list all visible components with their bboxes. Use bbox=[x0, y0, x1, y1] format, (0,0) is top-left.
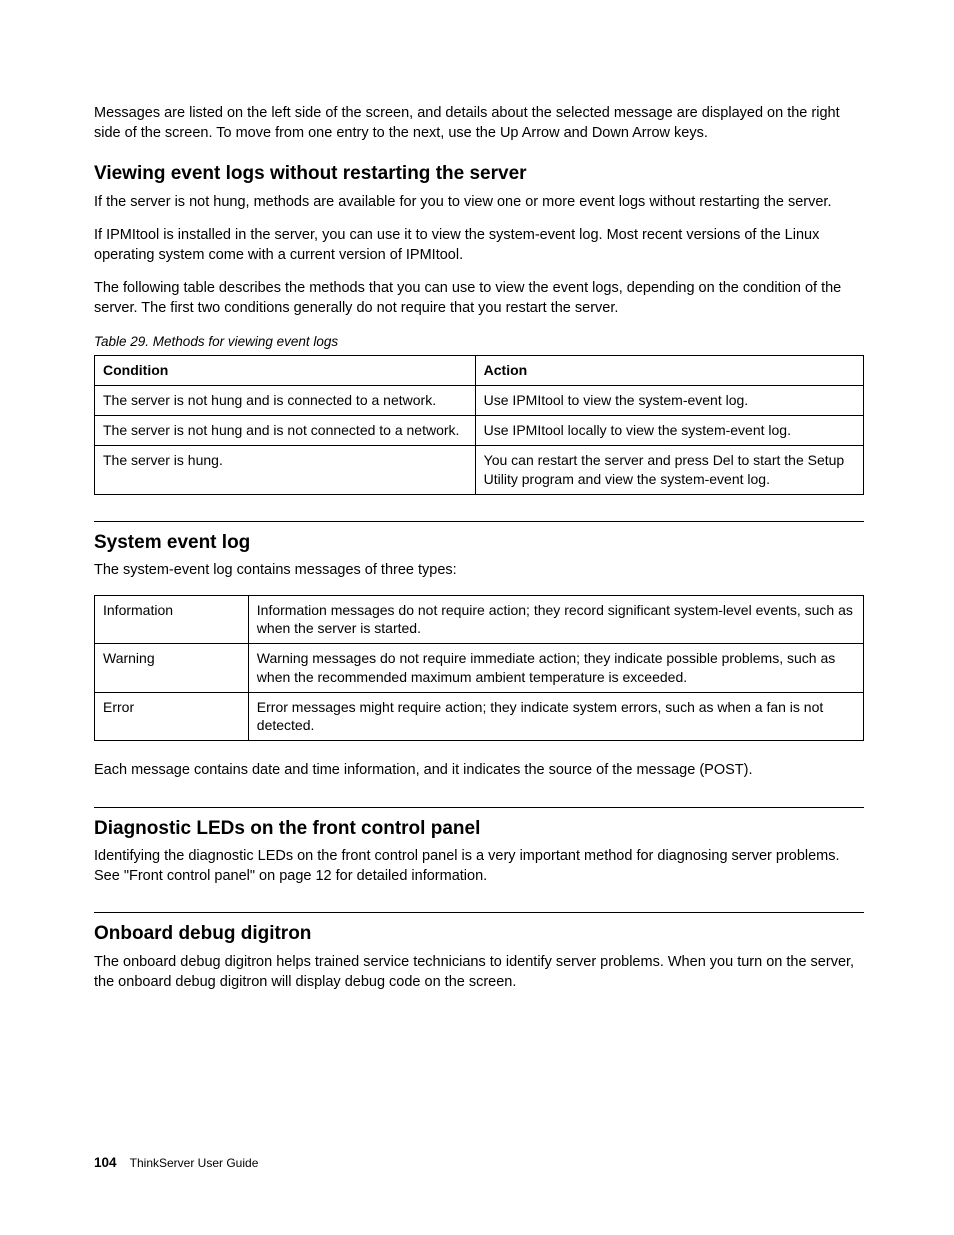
table-cell: Information messages do not require acti… bbox=[248, 595, 863, 643]
heading-system-event-log: System event log bbox=[94, 521, 864, 556]
table-row: The server is hung. You can restart the … bbox=[95, 446, 864, 494]
table-caption: Table 29. Methods for viewing event logs bbox=[94, 333, 864, 351]
table-row: Error Error messages might require actio… bbox=[95, 692, 864, 740]
table-row: The server is not hung and is connected … bbox=[95, 385, 864, 415]
intro-paragraph: Messages are listed on the left side of … bbox=[94, 104, 864, 143]
body-paragraph: Each message contains date and time info… bbox=[94, 761, 864, 781]
heading-onboard-debug-digitron: Onboard debug digitron bbox=[94, 912, 864, 947]
table-cell: Error bbox=[95, 692, 249, 740]
table-cell: Warning messages do not require immediat… bbox=[248, 644, 863, 692]
heading-viewing-event-logs: Viewing event logs without restarting th… bbox=[94, 161, 864, 187]
methods-table: Condition Action The server is not hung … bbox=[94, 355, 864, 495]
body-paragraph: If the server is not hung, methods are a… bbox=[94, 193, 864, 213]
message-types-table: Information Information messages do not … bbox=[94, 595, 864, 741]
table-cell: Error messages might require action; the… bbox=[248, 692, 863, 740]
table-cell: Information bbox=[95, 595, 249, 643]
page-number: 104 bbox=[94, 1155, 117, 1170]
document-page: Messages are listed on the left side of … bbox=[0, 0, 954, 1066]
footer-doc-title: ThinkServer User Guide bbox=[130, 1156, 259, 1170]
body-paragraph: Identifying the diagnostic LEDs on the f… bbox=[94, 847, 864, 886]
table-cell: The server is hung. bbox=[95, 446, 476, 494]
table-row: Information Information messages do not … bbox=[95, 595, 864, 643]
table-cell: Use IPMItool to view the system-event lo… bbox=[475, 385, 863, 415]
table-cell: Use IPMItool locally to view the system-… bbox=[475, 416, 863, 446]
table-header-row: Condition Action bbox=[95, 355, 864, 385]
table-row: Warning Warning messages do not require … bbox=[95, 644, 864, 692]
table-cell: You can restart the server and press Del… bbox=[475, 446, 863, 494]
table-cell: The server is not hung and is not connec… bbox=[95, 416, 476, 446]
body-paragraph: The following table describes the method… bbox=[94, 279, 864, 318]
table-cell: Warning bbox=[95, 644, 249, 692]
table-row: The server is not hung and is not connec… bbox=[95, 416, 864, 446]
body-paragraph: The system-event log contains messages o… bbox=[94, 561, 864, 581]
heading-diagnostic-leds: Diagnostic LEDs on the front control pan… bbox=[94, 807, 864, 842]
table-header: Condition bbox=[95, 355, 476, 385]
table-header: Action bbox=[475, 355, 863, 385]
body-paragraph: The onboard debug digitron helps trained… bbox=[94, 953, 864, 992]
body-paragraph: If IPMItool is installed in the server, … bbox=[94, 226, 864, 265]
page-footer: 104 ThinkServer User Guide bbox=[94, 1154, 258, 1172]
table-cell: The server is not hung and is connected … bbox=[95, 385, 476, 415]
